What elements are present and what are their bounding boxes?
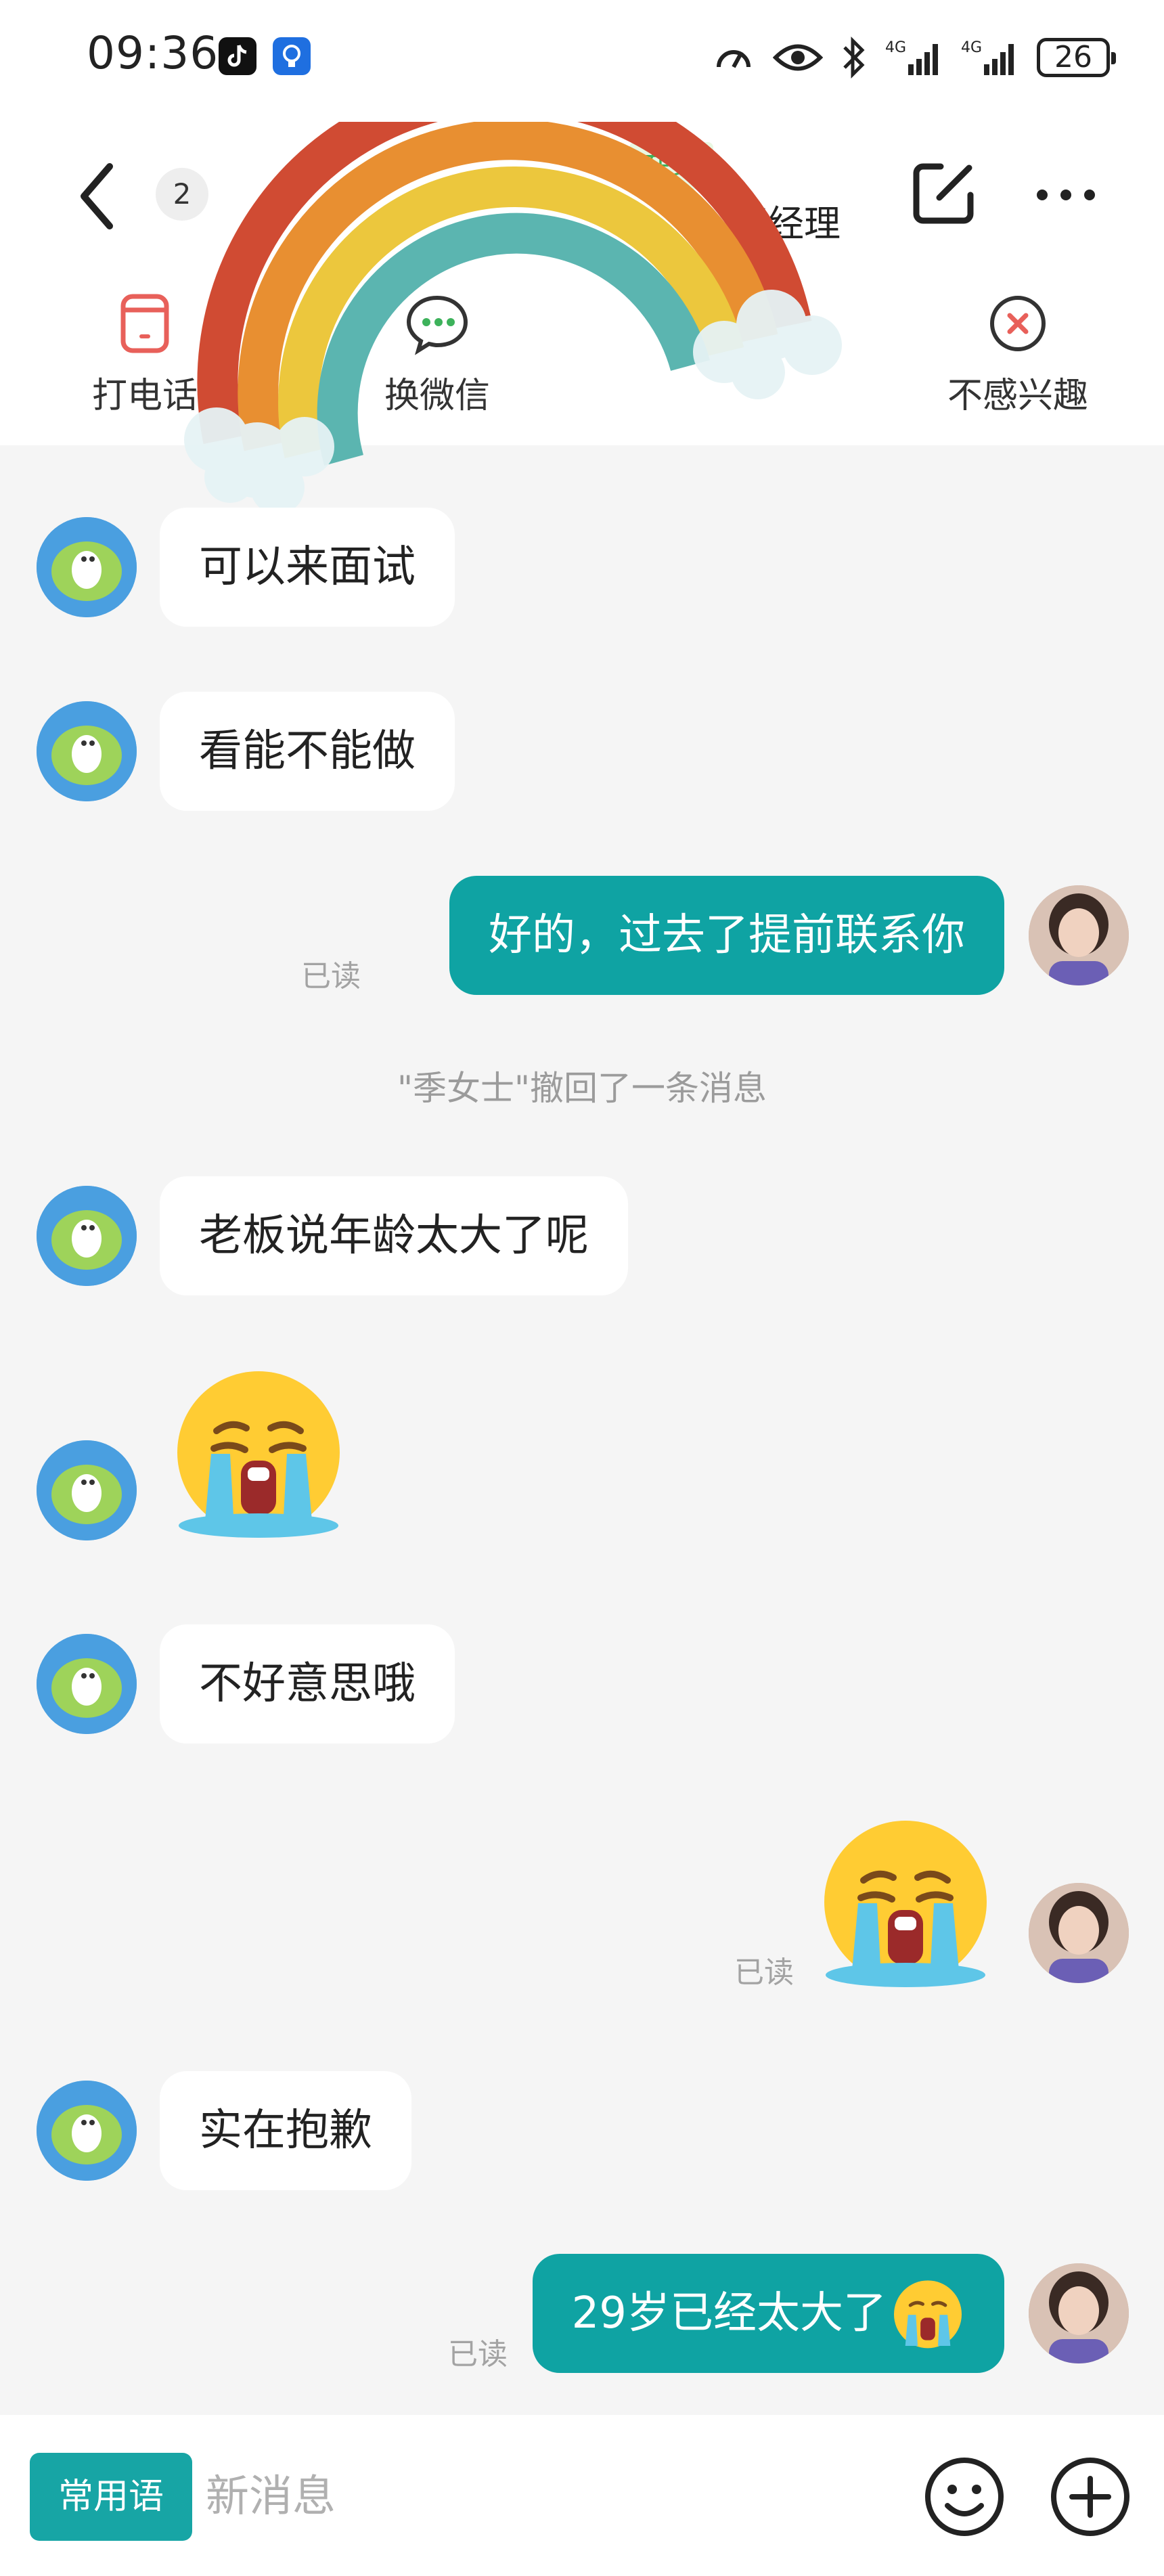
message-row: 看能不能做 [0, 692, 1164, 811]
battery-indicator: 26 [1037, 38, 1116, 77]
plus-icon [1051, 2458, 1129, 2536]
incoming-message[interactable]: 看能不能做 [160, 692, 455, 811]
signal-4g-icon-2: 4G [961, 39, 1014, 75]
exchange-wechat-action[interactable]: 换微信 [349, 290, 525, 418]
loudly-crying-emoji-icon [891, 2278, 965, 2353]
exchange-wechat-label: 换微信 [384, 376, 490, 416]
emoji-button[interactable] [920, 2453, 1008, 2541]
recruiter-avatar[interactable] [37, 1440, 137, 1540]
edit-icon [913, 163, 974, 224]
back-button[interactable] [68, 154, 129, 236]
read-status: 已读 [448, 2337, 508, 2372]
online-status-tag: 在线 [629, 142, 713, 190]
loudly-crying-emoji-icon[interactable] [169, 1366, 348, 1545]
call-label: 打电话 [91, 376, 198, 416]
smiley-icon [925, 2458, 1004, 2536]
edit-note-button[interactable] [907, 156, 981, 230]
tiktok-notification-icon [219, 37, 256, 75]
incoming-message[interactable]: 实在抱歉 [160, 2071, 411, 2190]
svg-text:4G: 4G [885, 39, 906, 56]
recruiter-avatar[interactable] [37, 1186, 137, 1286]
message-row: 不好意思哦 [0, 1624, 1164, 1744]
outgoing-message-text: 29岁已经太大了 [571, 2288, 887, 2338]
not-interested-label: 不感兴趣 [947, 376, 1088, 416]
recruiter-avatar[interactable] [37, 2081, 137, 2181]
my-avatar[interactable] [1029, 2263, 1129, 2363]
incoming-message[interactable]: 可以来面试 [160, 508, 455, 627]
status-time: 09:36 [87, 27, 219, 79]
message-row: 已读 [0, 1815, 1164, 2018]
resume-action[interactable] [640, 290, 816, 299]
loudly-crying-emoji-icon[interactable] [816, 1815, 995, 1994]
more-options-button[interactable] [1029, 168, 1103, 222]
status-icons: 4G 4G 26 [712, 27, 1116, 88]
more-dots-icon [1037, 190, 1095, 200]
recall-notice: "季女士"撤回了一条消息 [397, 1069, 767, 1108]
status-bar: 09:36 4G 4G 26 [0, 0, 1164, 114]
chevron-left-icon [81, 163, 113, 229]
speed-gauge-icon [717, 50, 751, 68]
message-row: 可以来面试 [0, 508, 1164, 627]
input-bar: 常用语 [0, 2415, 1164, 2576]
message-row: 已读 好的，过去了提前联系你 [0, 876, 1164, 995]
bluetooth-icon [843, 36, 865, 79]
eye-icon [773, 44, 823, 71]
incoming-message[interactable]: 老板说年龄太大了呢 [160, 1176, 628, 1295]
not-interested-action[interactable]: 不感兴趣 [930, 290, 1106, 418]
outgoing-message[interactable]: 好的，过去了提前联系你 [449, 876, 1004, 995]
my-avatar[interactable] [1029, 885, 1129, 985]
chat-header: 2 在线 事经理 打电话 换微信 不感兴趣 [0, 114, 1164, 445]
read-status: 已读 [301, 959, 361, 994]
message-row: 已读 29岁已经太大了 [0, 2254, 1164, 2373]
bulb-notification-icon [273, 37, 311, 75]
action-row: 打电话 换微信 不感兴趣 [0, 290, 1164, 425]
close-circle-icon [990, 296, 1046, 351]
more-attachments-button[interactable] [1046, 2453, 1134, 2541]
recruiter-avatar[interactable] [37, 517, 137, 617]
svg-text:4G: 4G [961, 39, 982, 56]
recruiter-avatar[interactable] [37, 1634, 137, 1734]
outgoing-message[interactable]: 29岁已经太大了 [532, 2254, 1004, 2373]
read-status: 已读 [734, 1955, 794, 1990]
common-phrases-button[interactable]: 常用语 [30, 2453, 192, 2541]
my-avatar[interactable] [1029, 1883, 1129, 1983]
wechat-icon [406, 295, 468, 355]
message-row [0, 1366, 1164, 1569]
recruiter-avatar[interactable] [37, 701, 137, 801]
phone-icon [120, 294, 169, 353]
contact-title: 事经理 [731, 202, 841, 245]
message-row: 老板说年龄太大了呢 [0, 1176, 1164, 1295]
incoming-message[interactable]: 不好意思哦 [160, 1624, 455, 1744]
signal-4g-icon-1: 4G [885, 39, 938, 75]
unread-count-badge: 2 [156, 168, 208, 221]
call-action[interactable]: 打电话 [57, 290, 233, 418]
message-row: 实在抱歉 [0, 2071, 1164, 2190]
message-list[interactable]: 可以来面试 看能不能做 已读 好的，过去了提前联系你 "季女士"撤回了一条消息 … [0, 445, 1164, 2415]
message-input[interactable] [206, 2453, 882, 2541]
